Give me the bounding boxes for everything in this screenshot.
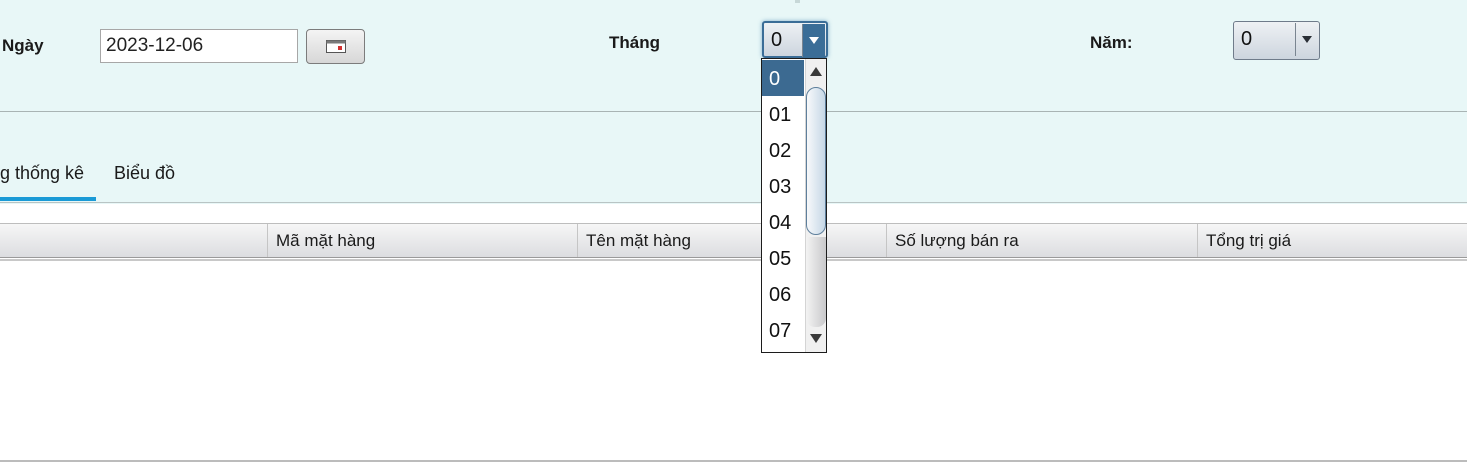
year-value: 0 xyxy=(1241,28,1253,50)
tab-statistics-table[interactable]: g thống kê xyxy=(0,163,84,184)
chevron-down-icon xyxy=(810,334,822,343)
grid-header-divider xyxy=(0,259,1467,261)
month-option-04[interactable]: 04 xyxy=(762,204,804,240)
column-header-item-code[interactable]: Mã mặt hàng xyxy=(267,224,577,257)
scroll-track[interactable] xyxy=(806,237,826,327)
year-combobox[interactable]: 0 xyxy=(1233,21,1320,60)
top-edge-mark xyxy=(795,0,800,3)
year-dropdown-button[interactable] xyxy=(1295,23,1318,56)
grid-bottom-border xyxy=(0,460,1467,462)
dropdown-scrollbar[interactable] xyxy=(805,59,826,352)
tab-area xyxy=(0,112,1467,204)
date-input[interactable] xyxy=(100,29,298,63)
active-tab-indicator xyxy=(0,197,96,201)
scroll-thumb[interactable] xyxy=(806,87,826,235)
month-option-05[interactable]: 05 xyxy=(762,240,804,276)
month-dropdown-list[interactable]: 0 01 02 03 04 05 06 07 xyxy=(761,58,827,353)
chevron-down-icon xyxy=(1302,36,1312,43)
column-header-total-value[interactable]: Tổng trị giá xyxy=(1197,224,1467,257)
day-label: Ngày xyxy=(2,36,44,55)
month-combobox[interactable]: 0 xyxy=(762,21,828,58)
month-option-03[interactable]: 03 xyxy=(762,168,804,204)
month-value: 0 xyxy=(771,29,783,51)
month-option-01[interactable]: 01 xyxy=(762,96,804,132)
scroll-up-button[interactable] xyxy=(806,59,826,85)
tab-strip-divider xyxy=(0,202,1467,203)
month-option-06[interactable]: 06 xyxy=(762,276,804,312)
month-option-07[interactable]: 07 xyxy=(762,312,804,348)
calendar-button[interactable] xyxy=(306,29,365,64)
column-header-quantity-sold[interactable]: Số lượng bán ra xyxy=(886,224,1197,257)
year-label: Năm: xyxy=(1090,33,1133,52)
tab-chart[interactable]: Biểu đồ xyxy=(114,163,175,184)
month-dropdown-button[interactable] xyxy=(802,24,825,57)
scroll-down-button[interactable] xyxy=(806,326,826,352)
month-option-02[interactable]: 02 xyxy=(762,132,804,168)
filter-panel: Ngày Tháng 0 Năm: 0 xyxy=(0,0,1467,112)
calendar-icon xyxy=(326,40,346,53)
grid-header: Mã mặt hàng Tên mặt hàng Số lượng bán ra… xyxy=(0,223,1467,258)
month-option-0[interactable]: 0 xyxy=(762,60,804,96)
month-label: Tháng xyxy=(609,33,660,52)
chevron-down-icon xyxy=(809,37,819,44)
chevron-up-icon xyxy=(810,67,822,76)
column-header-item-name[interactable]: Tên mặt hàng xyxy=(577,224,886,257)
